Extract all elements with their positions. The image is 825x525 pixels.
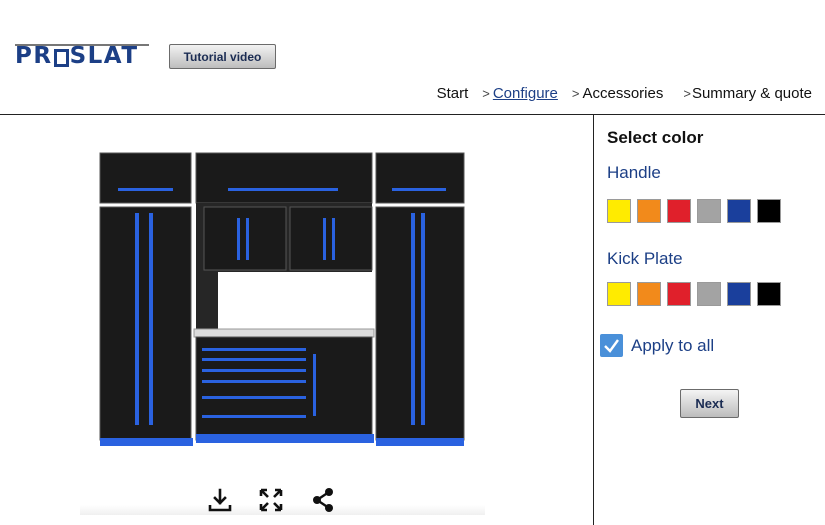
top-center-cabinet: [195, 152, 373, 204]
breadcrumb-separator: >: [571, 86, 580, 101]
kick-plate-swatches: [607, 282, 781, 306]
drawer-handle-1: [202, 348, 306, 351]
middle-handle-3: [323, 218, 326, 260]
kick-plate-label: Kick Plate: [607, 249, 683, 268]
kick-plate-swatch-blue[interactable]: [727, 282, 751, 306]
handle-swatch-black[interactable]: [757, 199, 781, 223]
tall-left-cabinet: [99, 206, 192, 441]
tall-left-handle-1: [135, 213, 139, 425]
middle-handle-2: [246, 218, 249, 260]
kick-plate-swatch-orange[interactable]: [637, 282, 661, 306]
top-left-cabinet: [99, 152, 192, 204]
top-center-handle: [228, 188, 338, 191]
handle-swatch-blue[interactable]: [727, 199, 751, 223]
drawer-handle-5: [202, 396, 306, 399]
logo-text-right: SLAT: [69, 43, 139, 69]
handle-swatch-orange[interactable]: [637, 199, 661, 223]
logo-o-mark: [53, 49, 69, 67]
proslat-logo: PR SLAT: [15, 42, 149, 70]
kick-plate-swatch-gray[interactable]: [697, 282, 721, 306]
tall-right-handle-1: [411, 213, 415, 425]
kick-plate-swatch-black[interactable]: [757, 282, 781, 306]
base-cabinet: [195, 336, 373, 441]
kick-plate-right: [376, 438, 464, 446]
apply-to-all-checkbox[interactable]: [600, 334, 623, 357]
header: PR SLAT Tutorial video Start > Configure…: [0, 0, 825, 115]
apply-to-all-row: Apply to all: [600, 334, 714, 357]
share-icon[interactable]: [310, 487, 336, 513]
download-icon[interactable]: [207, 487, 233, 513]
breadcrumb: Start > Configure > Accessories > Summar…: [437, 85, 812, 102]
wall-opening: [218, 272, 372, 329]
middle-wall-unit-right: [289, 206, 373, 271]
drawer-handle-4: [202, 380, 306, 383]
worktop: [193, 328, 375, 338]
kick-plate-swatch-red[interactable]: [667, 282, 691, 306]
kick-plate-swatch-yellow[interactable]: [607, 282, 631, 306]
fullscreen-icon[interactable]: [258, 487, 284, 513]
drawer-handle-2: [202, 358, 306, 361]
handle-label: Handle: [607, 163, 661, 182]
breadcrumb-accessories[interactable]: Accessories: [582, 85, 663, 102]
breadcrumb-configure[interactable]: Configure: [493, 85, 558, 102]
tutorial-video-button[interactable]: Tutorial video: [169, 44, 276, 69]
cabinet-illustration: [99, 152, 465, 446]
handle-swatch-yellow[interactable]: [607, 199, 631, 223]
handle-swatch-red[interactable]: [667, 199, 691, 223]
middle-handle-4: [332, 218, 335, 260]
kick-plate-left: [100, 438, 193, 446]
breadcrumb-separator: >: [482, 86, 490, 101]
top-right-cabinet: [375, 152, 465, 204]
color-panel: Select color Handle Kick Plate Apply to …: [593, 115, 825, 525]
drawer-handle-6: [202, 415, 306, 418]
middle-wall-unit-left: [203, 206, 287, 271]
breadcrumb-start[interactable]: Start: [437, 85, 469, 102]
breadcrumb-summary-quote[interactable]: Summary & quote: [692, 85, 812, 102]
product-preview[interactable]: [80, 140, 485, 515]
apply-to-all-label: Apply to all: [631, 335, 715, 355]
panel-title: Select color: [607, 128, 704, 147]
middle-handle-1: [237, 218, 240, 260]
next-button[interactable]: Next: [680, 389, 739, 418]
base-door-handle: [313, 354, 316, 416]
tall-left-handle-2: [149, 213, 153, 425]
top-right-handle: [392, 188, 446, 191]
handle-swatch-gray[interactable]: [697, 199, 721, 223]
checkmark-icon: [604, 339, 619, 353]
kick-plate-center: [196, 434, 374, 443]
logo-text-left: PR: [15, 43, 53, 69]
handle-swatches: [607, 199, 781, 223]
drawer-handle-3: [202, 369, 306, 372]
breadcrumb-separator: >: [683, 86, 691, 101]
tall-right-cabinet: [375, 206, 465, 441]
top-left-handle: [118, 188, 173, 191]
tall-right-handle-2: [421, 213, 425, 425]
